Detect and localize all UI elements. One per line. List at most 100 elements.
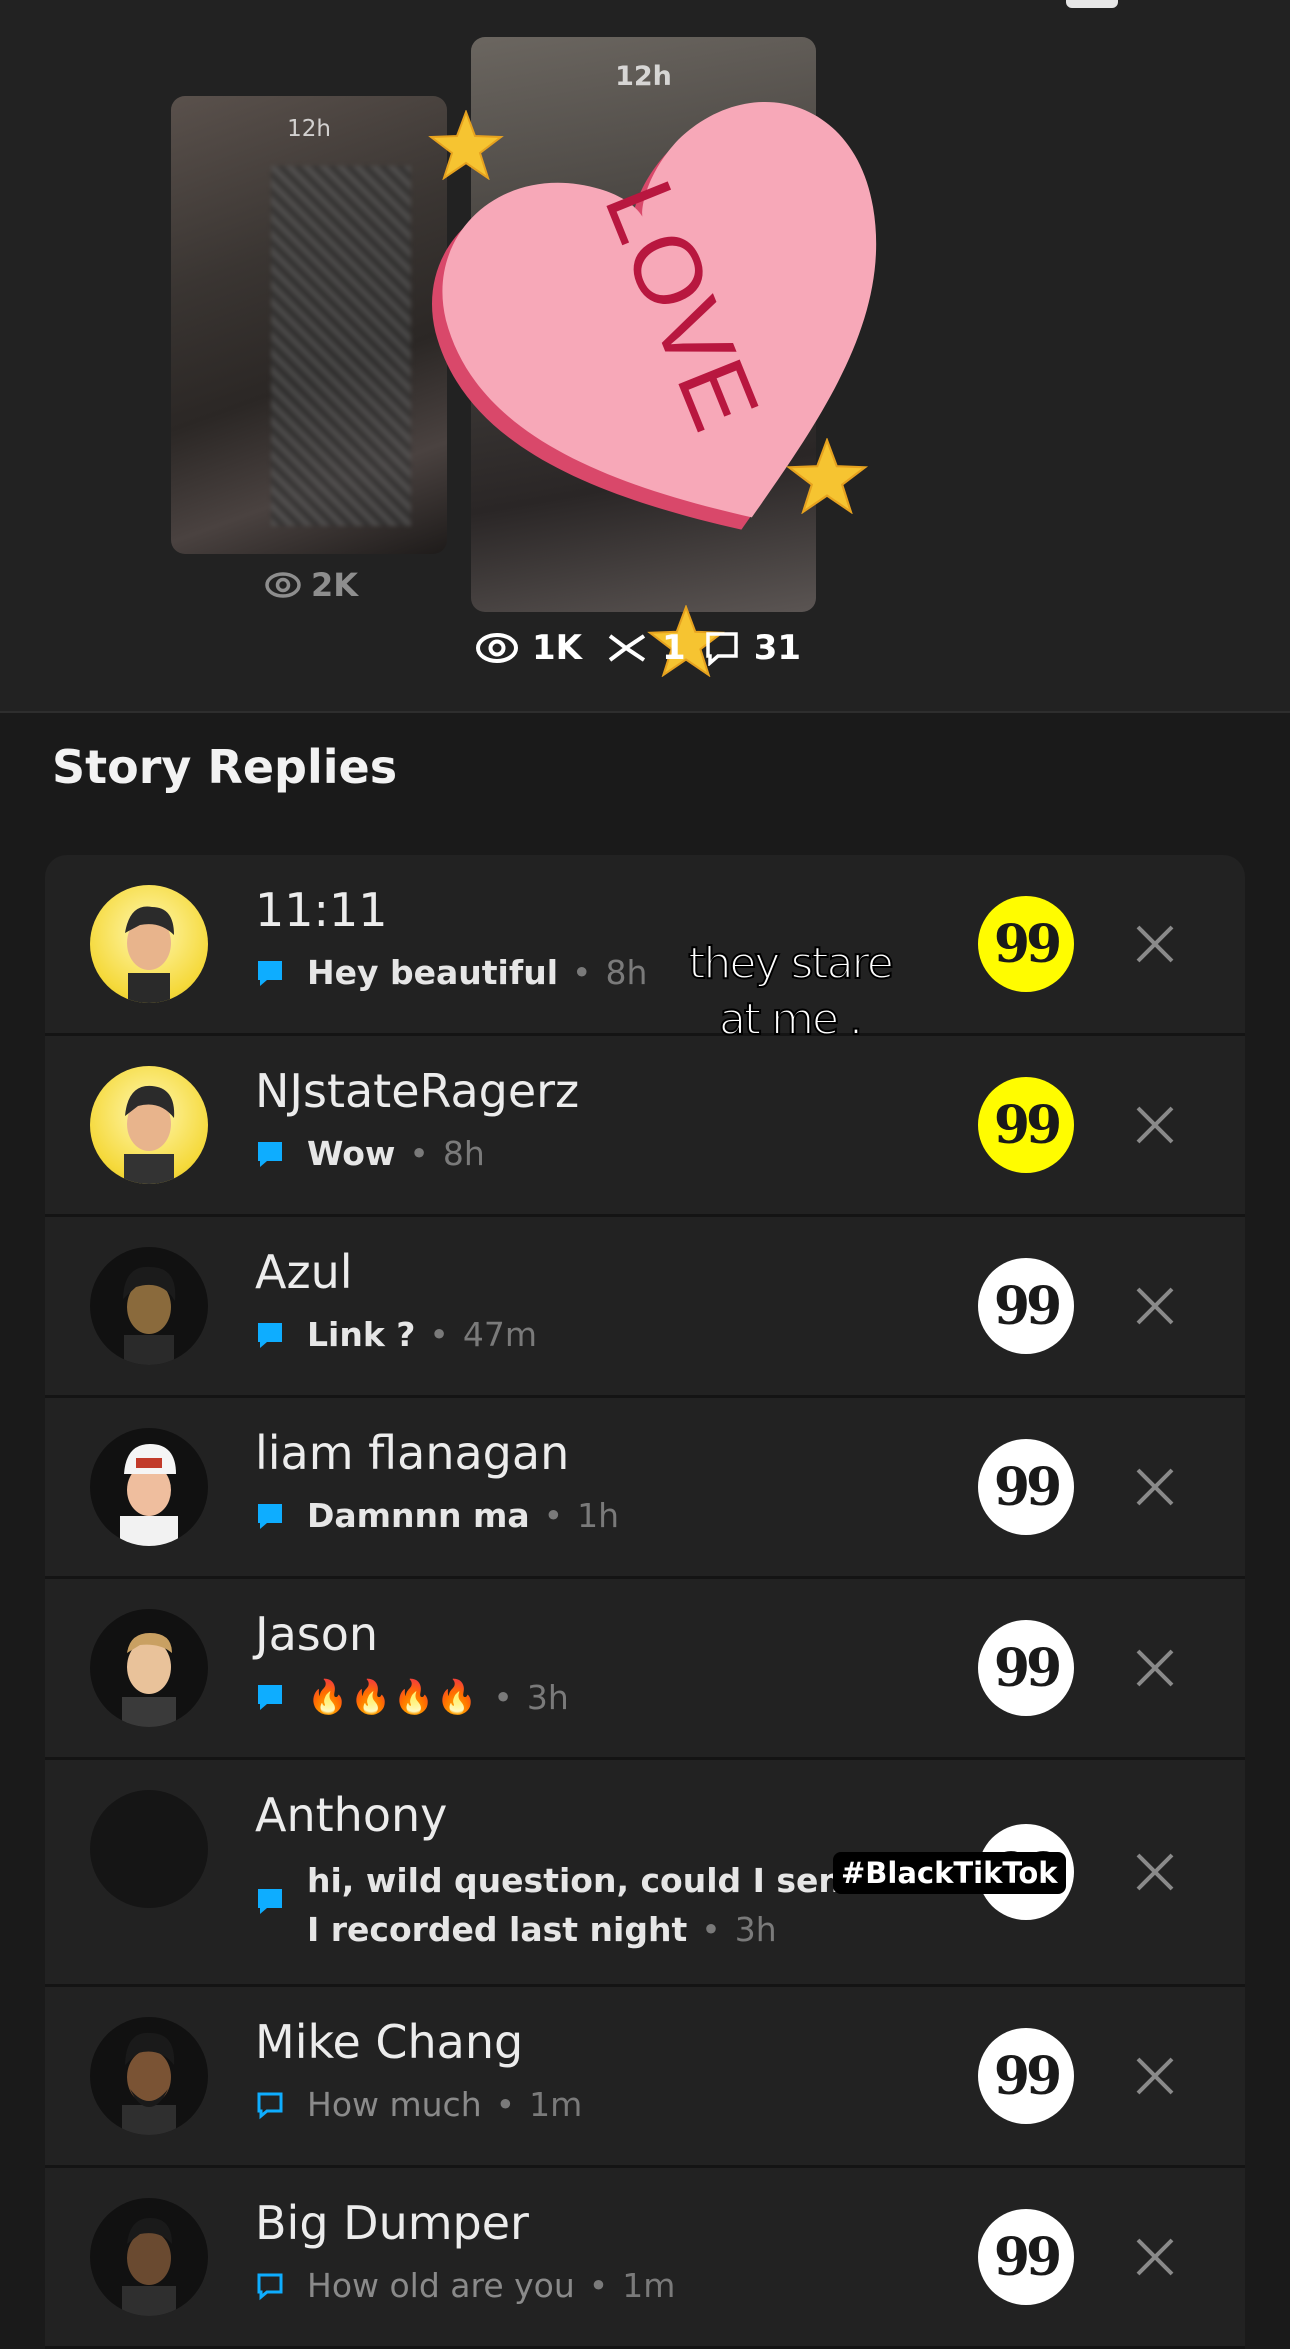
reply-message: How old are you • 1m <box>255 2266 675 2305</box>
bitmoji-avatar <box>120 1444 178 1546</box>
chat-icon <box>258 1141 282 1167</box>
message-text: 🔥🔥🔥🔥 <box>307 1677 480 1716</box>
message-text: How old are you <box>307 2266 575 2305</box>
message-time: 8h <box>442 1134 485 1173</box>
hashtag-overlay: #BlackTikTok <box>833 1852 1066 1894</box>
story-preview-area: 12h 2K 12h LOVE 1K 1 31 <box>0 0 1290 712</box>
avatar[interactable] <box>90 1247 208 1365</box>
caption-line: at me . <box>718 993 864 1046</box>
section-title: Story Replies <box>52 740 398 794</box>
close-icon[interactable] <box>1128 1845 1182 1899</box>
screenshot-count: 1 <box>662 628 686 668</box>
avatar[interactable] <box>90 1609 208 1727</box>
reply-message: How much • 1m <box>255 2085 582 2124</box>
sender-name: NJstateRagerz <box>255 1064 580 1118</box>
video-caption-overlay: they stare at me . <box>660 936 920 1048</box>
quote-icon: 99 <box>993 1637 1062 1699</box>
avatar[interactable] <box>90 885 208 1003</box>
screenshot-icon <box>608 634 646 662</box>
quote-reply-button[interactable]: 99 <box>978 1077 1074 1173</box>
caption-line: they stare <box>687 937 895 990</box>
reply-row[interactable]: Azul Link ? • 47m 99 <box>45 1217 1245 1398</box>
avatar[interactable] <box>90 1066 208 1184</box>
chat-icon <box>258 1322 282 1348</box>
close-icon[interactable] <box>1128 1098 1182 1152</box>
avatar[interactable] <box>90 2017 208 2135</box>
quote-icon: 99 <box>993 913 1062 975</box>
divider <box>0 711 1290 713</box>
reply-row[interactable]: Jason 🔥🔥🔥🔥 • 3h 99 <box>45 1579 1245 1760</box>
eye-icon <box>265 572 301 598</box>
sender-name: Anthony <box>255 1788 448 1842</box>
view-count: 2K <box>311 566 359 604</box>
reply-row[interactable]: liam flanagan Damnnn ma • 1h 99 <box>45 1398 1245 1579</box>
message-time: 3h <box>734 1910 777 1949</box>
message-text: Link ? <box>307 1315 416 1354</box>
close-icon[interactable] <box>1128 2230 1182 2284</box>
reply-row[interactable]: NJstateRagerz Wow • 8h 99 <box>45 1036 1245 1217</box>
chat-icon <box>258 960 282 986</box>
message-text: How much <box>307 2085 482 2124</box>
close-icon[interactable] <box>1128 2049 1182 2103</box>
reply-row[interactable]: Mike Chang How much • 1m 99 <box>45 1987 1245 2168</box>
chat-bubble-icon <box>705 632 738 666</box>
close-icon[interactable] <box>1128 917 1182 971</box>
view-count: 1K <box>532 628 583 668</box>
message-time: 8h <box>605 953 648 992</box>
quote-reply-button[interactable]: 99 <box>978 1258 1074 1354</box>
story-replies-list: 11:11 Hey beautiful • 8h 99 NJstateRagerz… <box>45 855 1245 2349</box>
reply-message: Link ? • 47m <box>255 1315 537 1354</box>
quote-reply-button[interactable]: 99 <box>978 1439 1074 1535</box>
quote-icon: 99 <box>993 2226 1062 2288</box>
bitmoji-avatar <box>122 2218 176 2316</box>
quote-icon: 99 <box>993 1275 1062 1337</box>
avatar[interactable] <box>90 2198 208 2316</box>
sender-name: Mike Chang <box>255 2015 524 2069</box>
quote-icon: 99 <box>993 1094 1062 1156</box>
message-text-line2: I recorded last night <box>307 1910 688 1949</box>
bitmoji-avatar <box>124 1085 175 1184</box>
story-time-label: 12h <box>287 116 331 142</box>
reply-message: Hey beautiful • 8h <box>255 953 647 992</box>
sender-name: Azul <box>255 1245 353 1299</box>
chat-icon <box>258 1503 282 1529</box>
eye-icon <box>476 633 518 663</box>
quote-icon: 99 <box>993 2045 1062 2107</box>
bitmoji-avatar <box>122 1633 176 1727</box>
story-thumbnail-left[interactable]: 12h <box>171 96 447 554</box>
close-icon[interactable] <box>1128 1279 1182 1333</box>
message-time: 1m <box>529 2085 583 2124</box>
avatar[interactable] <box>90 1790 208 1908</box>
main-story-stats: 1K 1 31 <box>476 628 801 668</box>
menu-icon[interactable] <box>1066 0 1118 8</box>
message-time: 1h <box>577 1496 620 1535</box>
message-text: Hey beautiful <box>307 953 559 992</box>
chat-icon <box>258 1889 282 1914</box>
left-story-views: 2K <box>265 566 358 604</box>
bitmoji-avatar <box>125 906 174 1003</box>
reply-message: hi, wild question, could I send a I reco… <box>255 1856 899 1954</box>
quote-reply-button[interactable]: 99 <box>978 2209 1074 2305</box>
quote-reply-button[interactable]: 99 <box>978 896 1074 992</box>
chat-outline-icon <box>257 2273 283 2300</box>
message-text: Damnnn ma <box>307 1496 530 1535</box>
quote-reply-button[interactable]: 99 <box>978 2028 1074 2124</box>
quote-reply-button[interactable]: 99 <box>978 1620 1074 1716</box>
message-text-line1: hi, wild question, could I send a <box>307 1861 900 1900</box>
bitmoji-avatar <box>123 1266 176 1365</box>
close-icon[interactable] <box>1128 1460 1182 1514</box>
reply-message: Damnnn ma • 1h <box>255 1496 619 1535</box>
message-time: 3h <box>526 1677 569 1717</box>
quote-icon: 99 <box>993 1456 1062 1518</box>
reply-row[interactable]: Big Dumper How old are you • 1m 99 <box>45 2168 1245 2349</box>
blurred-figure <box>271 166 411 526</box>
close-icon[interactable] <box>1128 1641 1182 1695</box>
avatar[interactable] <box>90 1428 208 1546</box>
message-time: 47m <box>462 1315 538 1354</box>
message-text: Wow <box>307 1134 396 1173</box>
reply-row[interactable]: 11:11 Hey beautiful • 8h 99 <box>45 855 1245 1036</box>
chat-outline-icon <box>257 2092 283 2119</box>
sender-name: Big Dumper <box>255 2196 529 2250</box>
bitmoji-avatar <box>122 2032 176 2135</box>
message-time: 1m <box>622 2266 676 2305</box>
